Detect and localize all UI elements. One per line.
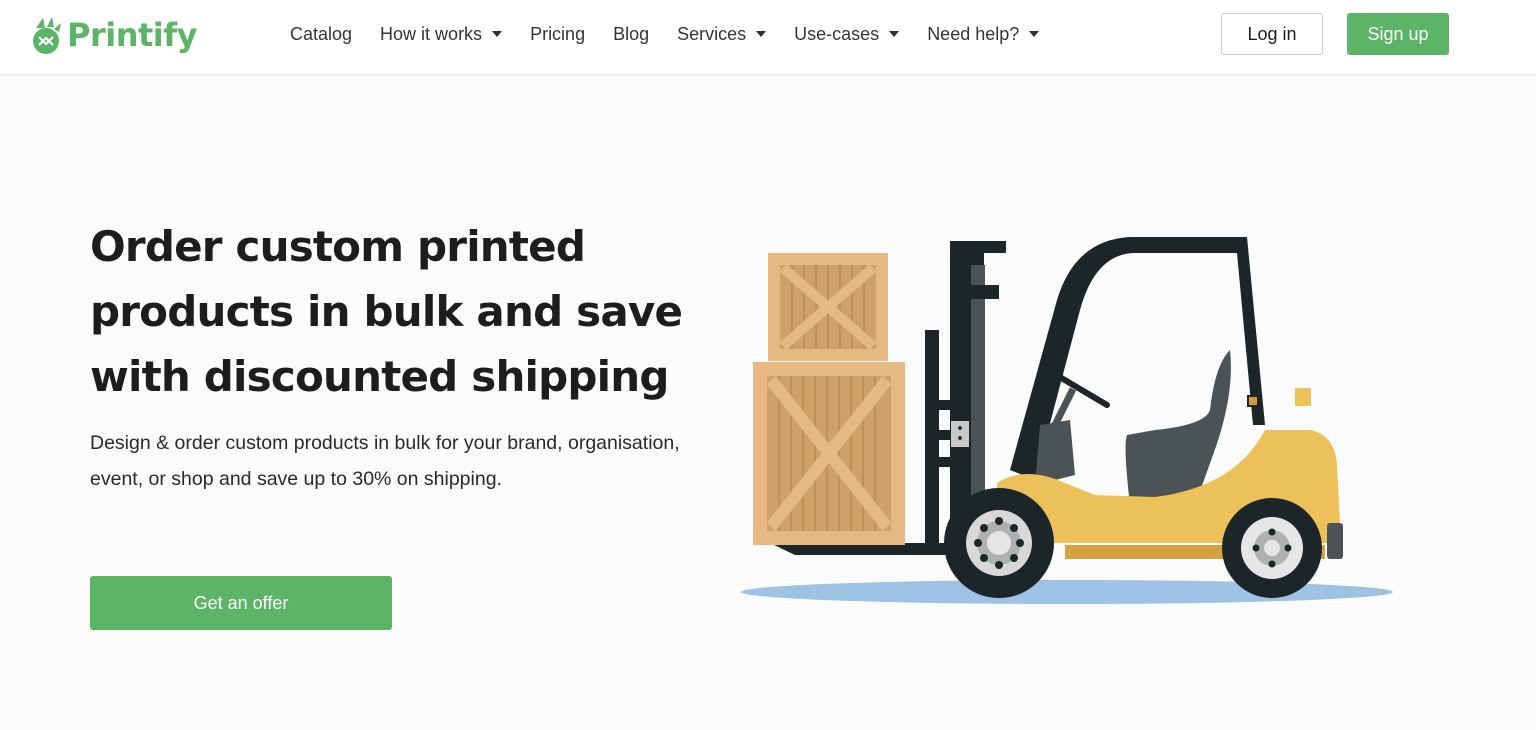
nav-item-use-cases[interactable]: Use-cases bbox=[794, 23, 900, 45]
top-navigation-bar: Printify Catalog How it works Pricing Bl… bbox=[0, 0, 1536, 75]
rear-wheel-icon bbox=[1222, 498, 1322, 598]
nav-item-label: Use-cases bbox=[794, 23, 880, 44]
forklift-with-crates-illustration bbox=[741, 237, 1393, 604]
main-nav: Catalog How it works Pricing Blog Servic… bbox=[290, 0, 1067, 68]
nav-item-services[interactable]: Services bbox=[677, 23, 767, 45]
chevron-down-icon bbox=[1029, 31, 1040, 37]
chevron-down-icon bbox=[756, 31, 767, 37]
fork-carriage bbox=[925, 330, 939, 555]
get-offer-button[interactable]: Get an offer bbox=[90, 576, 392, 630]
chevron-down-icon bbox=[889, 31, 900, 37]
login-button[interactable]: Log in bbox=[1221, 13, 1323, 55]
hero-title: Order custom printed products in bulk an… bbox=[90, 222, 683, 401]
logo-wordmark: Printify bbox=[67, 16, 198, 54]
nav-item-label: How it works bbox=[380, 23, 483, 44]
nav-item-label: Need help? bbox=[927, 23, 1020, 44]
nav-item-how-it-works[interactable]: How it works bbox=[380, 23, 503, 45]
large-crate-icon bbox=[753, 362, 905, 545]
chevron-down-icon bbox=[492, 31, 503, 37]
small-crate-icon bbox=[768, 253, 888, 361]
nav-item-label: Services bbox=[677, 23, 747, 44]
nav-item-catalog[interactable]: Catalog bbox=[290, 24, 352, 45]
front-wheel-icon bbox=[944, 488, 1054, 598]
nav-item-label: Pricing bbox=[530, 23, 586, 44]
printify-logo[interactable]: Printify bbox=[30, 12, 198, 58]
nav-item-label: Catalog bbox=[290, 23, 353, 44]
hero-subtitle: Design & order custom products in bulk f… bbox=[90, 432, 680, 490]
nav-item-need-help[interactable]: Need help? bbox=[927, 23, 1040, 45]
signup-button[interactable]: Sign up bbox=[1347, 13, 1449, 55]
printify-logo-icon bbox=[33, 17, 61, 54]
nav-item-blog[interactable]: Blog bbox=[613, 24, 649, 45]
nav-item-label: Blog bbox=[613, 23, 650, 44]
nav-item-pricing[interactable]: Pricing bbox=[530, 24, 585, 45]
